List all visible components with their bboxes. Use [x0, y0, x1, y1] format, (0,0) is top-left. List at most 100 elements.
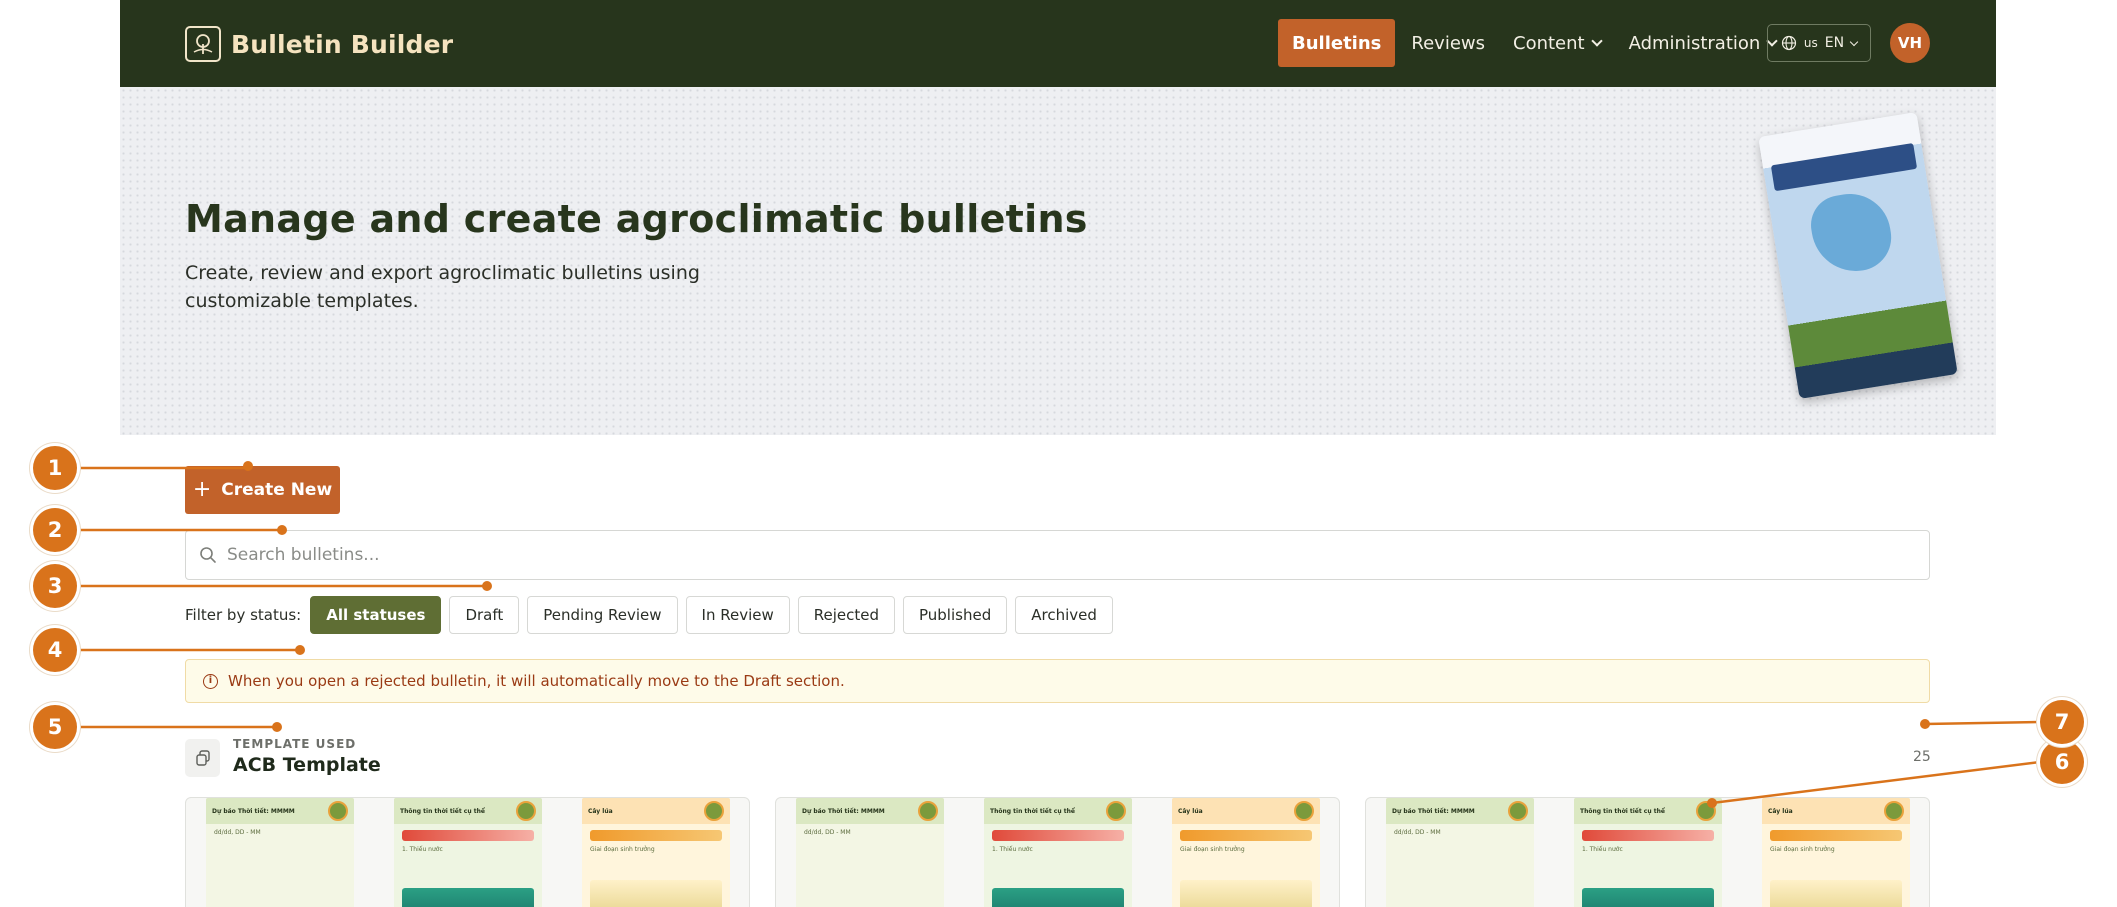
nav-administration[interactable]: Administration	[1615, 19, 1791, 67]
template-name: ACB Template	[233, 754, 381, 776]
page-thumb-line: Giai đoạn sinh trưởng	[1180, 846, 1245, 853]
bulletin-preview-image	[1758, 112, 1958, 399]
language-flag: us	[1803, 36, 1818, 50]
filter-label: Filter by status:	[185, 606, 302, 624]
filter-chip-label: Rejected	[813, 606, 879, 624]
page-thumb-header: Cây lúa	[1172, 798, 1320, 824]
brand[interactable]: Bulletin Builder	[185, 24, 453, 64]
page-title: Manage and create agroclimatic bulletins	[185, 197, 1088, 241]
nav-bulletins[interactable]: Bulletins	[1278, 19, 1396, 67]
brand-name: Bulletin Builder	[231, 29, 454, 59]
template-bulletin-count: 25	[1913, 749, 1931, 765]
crop-illustration	[1770, 880, 1902, 907]
filter-chip-label: In Review	[701, 606, 774, 624]
alert-bar	[402, 830, 534, 841]
filter-pending-review[interactable]: Pending Review	[527, 596, 678, 634]
stage-bar	[1770, 830, 1902, 841]
tour-marker-4[interactable]: 4	[33, 628, 77, 672]
stage-bar	[590, 830, 722, 841]
hero-banner: Manage and create agroclimatic bulletins…	[120, 87, 1996, 435]
filter-chip-label: Archived	[1031, 606, 1097, 624]
stage-bar	[1180, 830, 1312, 841]
page-thumb-header: Dự báo Thời tiết: MMMM	[796, 798, 944, 824]
page: Bulletin Builder Bulletins Reviews Conte…	[0, 0, 2117, 907]
chevron-down-icon	[1849, 37, 1859, 46]
page-thumb-line: dd/dd, DD - MM	[214, 829, 261, 836]
search-icon	[200, 547, 216, 563]
user-avatar[interactable]: VH	[1890, 23, 1930, 63]
rejected-info-notice: i When you open a rejected bulletin, it …	[185, 659, 1930, 703]
plus-icon: +	[192, 477, 212, 502]
search-input[interactable]	[227, 545, 1827, 565]
tour-marker-3[interactable]: 3	[33, 564, 77, 608]
hydro-block	[992, 888, 1124, 907]
bulletin-card[interactable]: Dự báo Thời tiết: MMMM dd/dd, DD - MM Th…	[185, 797, 750, 907]
tour-marker-1[interactable]: 1	[33, 446, 77, 490]
nav-reviews[interactable]: Reviews	[1397, 19, 1499, 67]
search-box	[185, 530, 1930, 580]
page-thumb-line: dd/dd, DD - MM	[804, 829, 851, 836]
page-thumb-line: 1. Thiếu nước	[1582, 846, 1623, 853]
filter-draft[interactable]: Draft	[449, 596, 520, 634]
tour-marker-2[interactable]: 2	[33, 508, 77, 552]
create-new-label: Create New	[221, 480, 333, 500]
filter-archived[interactable]: Archived	[1015, 596, 1113, 634]
main-nav: Bulletins Reviews Content Administration	[1278, 19, 1790, 67]
filter-rejected[interactable]: Rejected	[797, 596, 895, 634]
tour-marker-6[interactable]: 6	[2040, 740, 2084, 784]
tour-marker-5[interactable]: 5	[33, 705, 77, 749]
page-subtitle: Create, review and export agroclimatic b…	[185, 262, 700, 312]
page-thumb-header: Thông tin thời tiết cụ thể	[1574, 798, 1722, 824]
page-thumb-line: 1. Thiếu nước	[992, 846, 1033, 853]
page-thumb-line: Giai đoạn sinh trưởng	[1770, 846, 1835, 853]
page-thumb-header: Cây lúa	[582, 798, 730, 824]
filter-in-review[interactable]: In Review	[685, 596, 790, 634]
status-filter-bar: Filter by status: All statuses Draft Pen…	[185, 596, 1113, 634]
alert-bar	[1582, 830, 1714, 841]
bulletin-page-thumb: Dự báo Thời tiết: MMMM dd/dd, DD - MM	[1386, 798, 1534, 907]
bulletin-page-thumb: Cây lúa Giai đoạn sinh trưởng	[1762, 798, 1910, 907]
alert-bar	[992, 830, 1124, 841]
filter-chip-label: Pending Review	[543, 606, 662, 624]
nav-label: Bulletins	[1292, 32, 1382, 54]
chevron-down-icon	[1590, 34, 1603, 47]
preview-header-band	[1770, 142, 1918, 192]
create-new-button[interactable]: + Create New	[185, 466, 340, 514]
template-caption: TEMPLATE USED	[233, 737, 357, 751]
filter-chip-label: All statuses	[326, 606, 426, 624]
hydro-block	[1582, 888, 1714, 907]
filter-all-statuses[interactable]: All statuses	[310, 596, 442, 634]
top-navbar: Bulletin Builder Bulletins Reviews Conte…	[120, 0, 1996, 87]
filter-published[interactable]: Published	[903, 596, 1008, 634]
preview-map	[1806, 188, 1896, 278]
bulletin-card[interactable]: Dự báo Thời tiết: MMMM dd/dd, DD - MM Th…	[775, 797, 1340, 907]
copy-icon	[185, 739, 220, 777]
language-selector[interactable]: us EN	[1767, 24, 1871, 62]
page-thumb-header: Dự báo Thời tiết: MMMM	[1386, 798, 1534, 824]
bulletin-page-thumb: Thông tin thời tiết cụ thể 1. Thiếu nước	[1574, 798, 1722, 907]
bulletin-page-thumb: Dự báo Thời tiết: MMMM dd/dd, DD - MM	[206, 798, 354, 907]
page-thumb-line: 1. Thiếu nước	[402, 846, 443, 853]
tour-marker-7[interactable]: 7	[2040, 700, 2084, 744]
hydro-block	[402, 888, 534, 907]
bulletin-card[interactable]: Dự báo Thời tiết: MMMM dd/dd, DD - MM Th…	[1365, 797, 1930, 907]
bulletin-page-thumb: Cây lúa Giai đoạn sinh trưởng	[1172, 798, 1320, 907]
bulletin-page-thumb: Cây lúa Giai đoạn sinh trưởng	[582, 798, 730, 907]
bulletin-page-thumb: Dự báo Thời tiết: MMMM dd/dd, DD - MM	[796, 798, 944, 907]
nav-label: Reviews	[1411, 32, 1485, 54]
nav-label: Administration	[1628, 32, 1761, 54]
globe-icon	[1781, 35, 1797, 51]
language-label: EN	[1824, 35, 1845, 51]
filter-chip-label: Draft	[465, 606, 504, 624]
notice-text: When you open a rejected bulletin, it wi…	[228, 672, 845, 690]
bulletin-page-thumb: Thông tin thời tiết cụ thể 1. Thiếu nước	[984, 798, 1132, 907]
bulletin-page-thumb: Thông tin thời tiết cụ thể 1. Thiếu nước	[394, 798, 542, 907]
nav-label: Content	[1513, 32, 1585, 54]
crop-illustration	[590, 880, 722, 907]
page-thumb-header: Cây lúa	[1762, 798, 1910, 824]
info-icon: i	[203, 673, 218, 689]
tree-logo-icon	[185, 26, 221, 62]
filter-chip-label: Published	[919, 606, 992, 624]
nav-content[interactable]: Content	[1499, 19, 1615, 67]
crop-illustration	[1180, 880, 1312, 907]
